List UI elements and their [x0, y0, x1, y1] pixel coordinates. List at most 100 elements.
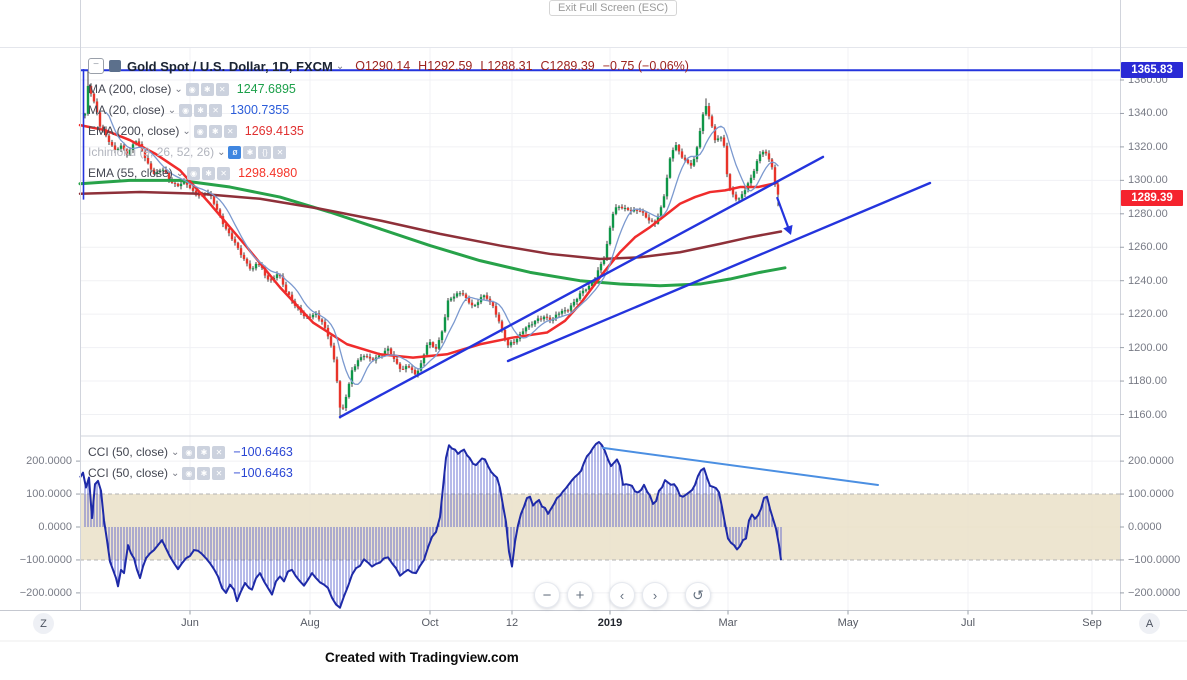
chevron-down-icon[interactable]: ⌄	[174, 84, 182, 95]
cci-tick-label-left: −100.0000	[19, 553, 72, 566]
settings-icon[interactable]: ✱	[197, 445, 211, 459]
time-tick-label: 12	[505, 617, 519, 629]
time-tick-label: Jul	[960, 617, 976, 629]
time-tick-label: May	[837, 617, 859, 629]
cci-tick-label-right: 100.0000	[1128, 488, 1174, 501]
timezone-button[interactable]: Z	[33, 613, 54, 634]
eye-icon[interactable]: ◉	[182, 466, 196, 480]
indicator-row: Ichimoku (9, 26, 52, 26) ⌄ ø ✱{} ✕	[88, 145, 288, 159]
reset-chart-button[interactable]: ↺	[685, 582, 711, 608]
indicator-label[interactable]: MA (200, close)	[88, 82, 171, 96]
cci-tick-label-left: 200.0000	[26, 455, 72, 468]
eye-icon[interactable]: ◉	[185, 82, 199, 96]
close-icon[interactable]: ✕	[223, 124, 237, 138]
time-tick-label: Mar	[718, 617, 738, 629]
indicator-value: 1247.6895	[236, 82, 296, 96]
close-icon[interactable]: ✕	[212, 445, 226, 459]
cci-tick-label-left: 100.0000	[26, 488, 72, 501]
cci-indicator-row: CCI (50, close) ⌄ ◉ ✱ ✕ −100.6463	[88, 466, 293, 480]
cci-indicator-label[interactable]: CCI (50, close)	[88, 445, 168, 459]
tradingview-chart-window: Exit Full Screen (ESC) − Gold Spot / U.S…	[0, 0, 1187, 680]
braces-icon[interactable]: {}	[258, 145, 272, 159]
cci-tick-label-left: −200.0000	[19, 586, 72, 599]
price-tick-label: 1240.00	[1128, 274, 1168, 287]
scroll-left-button[interactable]: ‹	[609, 582, 635, 608]
indicator-label[interactable]: EMA (200, close)	[88, 124, 179, 138]
indicator-value: 1300.7355	[230, 103, 290, 117]
settings-icon[interactable]: ✱	[200, 82, 214, 96]
price-tick-label: 1160.00	[1128, 408, 1167, 421]
indicator-label[interactable]: EMA (55, close)	[88, 166, 173, 180]
indicator-row: EMA (55, close) ⌄ ◉ ✱ ✕ 1298.4980	[88, 166, 297, 180]
auto-scale-button[interactable]: A	[1139, 613, 1160, 634]
eye-icon[interactable]: ◉	[193, 124, 207, 138]
chevron-down-icon[interactable]: ⌄	[176, 168, 184, 179]
zoom-out-button[interactable]: −	[534, 582, 560, 608]
cci-indicator-label[interactable]: CCI (50, close)	[88, 466, 168, 480]
price-tick-label: 1300.00	[1128, 174, 1168, 187]
chevron-down-icon[interactable]: ⌄	[171, 447, 179, 458]
settings-icon[interactable]: ✱	[202, 166, 216, 180]
chevron-down-icon[interactable]: ⌄	[168, 105, 176, 116]
cci-indicator-row: CCI (50, close) ⌄ ◉ ✱ ✕ −100.6463	[88, 445, 293, 459]
ascending-trendline	[506, 181, 932, 363]
settings-icon[interactable]: ✱	[208, 124, 222, 138]
indicator-label[interactable]: Ichimoku (9, 26, 52, 26)	[88, 145, 214, 159]
cci-band	[80, 493, 1120, 561]
chart-canvas[interactable]	[0, 0, 1187, 680]
chevron-down-icon[interactable]: ⌄	[217, 147, 225, 158]
cci-indicator-value: −100.6463	[233, 445, 293, 459]
indicator-row: EMA (200, close) ⌄ ◉ ✱ ✕ 1269.4135	[88, 124, 304, 138]
price-tick-label: 1320.00	[1128, 140, 1168, 153]
exit-fullscreen-button[interactable]: Exit Full Screen (ESC)	[549, 0, 678, 16]
ascending-trendline	[338, 155, 825, 419]
legend-collapse-icon[interactable]: −	[88, 58, 104, 74]
symbol-flag-icon[interactable]	[109, 60, 121, 72]
price-tick-label: 1260.00	[1128, 241, 1168, 254]
time-tick-label: Sep	[1082, 617, 1102, 629]
cci-tick-label-left: 0.0000	[38, 521, 72, 533]
time-tick-label: 2019	[597, 617, 623, 629]
cci-trendline	[602, 446, 879, 486]
cci-tick-label-right: 0.0000	[1128, 521, 1162, 533]
eye-icon[interactable]: ◉	[179, 103, 193, 117]
overlay-line	[78, 123, 779, 359]
eye-icon[interactable]: ◉	[182, 445, 196, 459]
scroll-right-button[interactable]: ›	[642, 582, 668, 608]
ohlc-high: H1292.59	[418, 59, 473, 73]
chevron-down-icon[interactable]: ⌄	[336, 61, 344, 72]
ohlc-open: O1290.14	[355, 59, 411, 73]
indicator-row: MA (200, close) ⌄ ◉ ✱ ✕ 1247.6895	[88, 82, 296, 96]
chevron-down-icon[interactable]: ⌄	[182, 126, 190, 137]
settings-icon[interactable]: ✱	[194, 103, 208, 117]
cci-tick-label-right: −200.0000	[1128, 586, 1181, 599]
price-tick-label: 1220.00	[1128, 308, 1168, 321]
time-tick-label: Oct	[421, 617, 439, 629]
settings-icon[interactable]: ✱	[197, 466, 211, 480]
zoom-in-button[interactable]: +	[567, 582, 593, 608]
cci-tick-label-right: 200.0000	[1128, 455, 1174, 468]
time-tick-label: Jun	[181, 617, 199, 629]
close-icon[interactable]: ✕	[273, 145, 287, 159]
close-icon[interactable]: ✕	[217, 166, 231, 180]
cci-indicator-value: −100.6463	[233, 466, 293, 480]
eye-icon[interactable]: ◉	[187, 166, 201, 180]
indicator-label[interactable]: MA (20, close)	[88, 103, 165, 117]
cci-tick-label-right: −100.0000	[1128, 553, 1181, 566]
time-tick-label: Aug	[300, 617, 320, 629]
indicator-value: 1298.4980	[238, 166, 298, 180]
ohlc-low: L1288.31	[480, 59, 533, 73]
ohlc-close: C1289.39	[540, 59, 595, 73]
price-line-badge: 1365.83	[1121, 62, 1183, 79]
close-icon[interactable]: ✕	[215, 82, 229, 96]
ohlc-change: −0.75 (−0.06%)	[602, 59, 689, 73]
symbol-title[interactable]: Gold Spot / U.S. Dollar, 1D, FXCM	[127, 59, 333, 74]
close-icon[interactable]: ✕	[209, 103, 223, 117]
settings-icon[interactable]: ✱	[243, 145, 257, 159]
close-icon[interactable]: ✕	[212, 466, 226, 480]
eye-off-icon[interactable]: ø	[228, 145, 242, 159]
indicator-row: MA (20, close) ⌄ ◉ ✱ ✕ 1300.7355	[88, 103, 289, 117]
chevron-down-icon[interactable]: ⌄	[171, 468, 179, 479]
price-tick-label: 1280.00	[1128, 207, 1168, 220]
price-tick-label: 1340.00	[1128, 107, 1168, 120]
